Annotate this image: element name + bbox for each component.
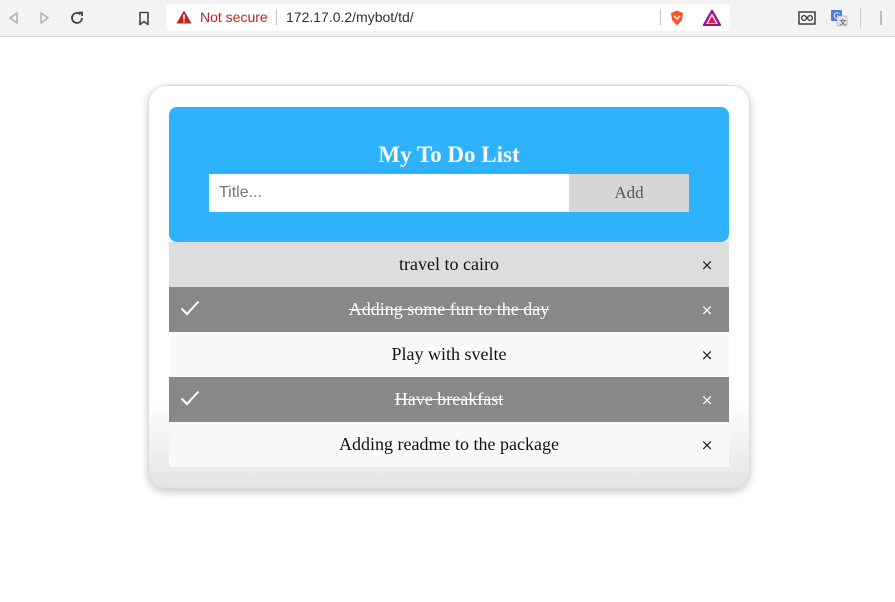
todo-item-label: Have breakfast: [394, 389, 504, 409]
reload-icon[interactable]: [67, 8, 87, 28]
todo-item-label: travel to cairo: [399, 254, 499, 274]
close-icon[interactable]: ×: [699, 377, 715, 422]
reader-mode-icon[interactable]: [797, 8, 817, 28]
close-icon[interactable]: ×: [699, 332, 715, 377]
browser-toolbar: Not secure 172.17.0.2/mybot/td/ G文: [0, 0, 895, 37]
close-icon[interactable]: ×: [699, 422, 715, 467]
add-button[interactable]: Add: [569, 174, 689, 212]
svg-text:文: 文: [839, 18, 846, 27]
warning-icon: [176, 10, 192, 29]
address-bar[interactable]: Not secure 172.17.0.2/mybot/td/: [166, 4, 730, 31]
menu-icon[interactable]: [871, 8, 891, 28]
toolbar-divider: [860, 8, 861, 28]
todo-list: travel to cairo × Adding some fun to the…: [169, 242, 729, 467]
page-title: My To Do List: [378, 142, 520, 167]
url-text[interactable]: 172.17.0.2/mybot/td/: [286, 9, 414, 25]
close-icon[interactable]: ×: [699, 287, 715, 332]
todo-item-label: Play with svelte: [391, 344, 507, 364]
security-label[interactable]: Not secure: [200, 9, 268, 25]
todo-item[interactable]: Play with svelte ×: [169, 332, 729, 377]
brave-shield-icon[interactable]: [669, 10, 685, 31]
bookmark-icon[interactable]: [134, 8, 154, 28]
todo-item-label: Adding readme to the package: [339, 434, 559, 454]
todo-item-checked[interactable]: Adding some fun to the day ×: [169, 287, 729, 332]
todo-item-checked[interactable]: Have breakfast ×: [169, 377, 729, 422]
url-divider: [276, 9, 277, 26]
title-input[interactable]: [209, 174, 569, 212]
url-divider: [660, 9, 661, 26]
todo-item[interactable]: Adding readme to the package ×: [169, 422, 729, 467]
checkmark-icon: [180, 390, 200, 411]
close-icon[interactable]: ×: [699, 242, 715, 287]
todo-header: My To Do List Add: [169, 107, 729, 242]
back-icon[interactable]: [4, 8, 24, 28]
todo-item[interactable]: travel to cairo ×: [169, 242, 729, 287]
todo-item-label: Adding some fun to the day: [348, 299, 550, 319]
checkmark-icon: [180, 300, 200, 321]
forward-icon[interactable]: [34, 8, 54, 28]
brave-rewards-icon[interactable]: [702, 9, 722, 31]
todo-card: My To Do List Add travel to cairo × Addi…: [148, 85, 750, 489]
translate-icon[interactable]: G文: [829, 8, 849, 28]
